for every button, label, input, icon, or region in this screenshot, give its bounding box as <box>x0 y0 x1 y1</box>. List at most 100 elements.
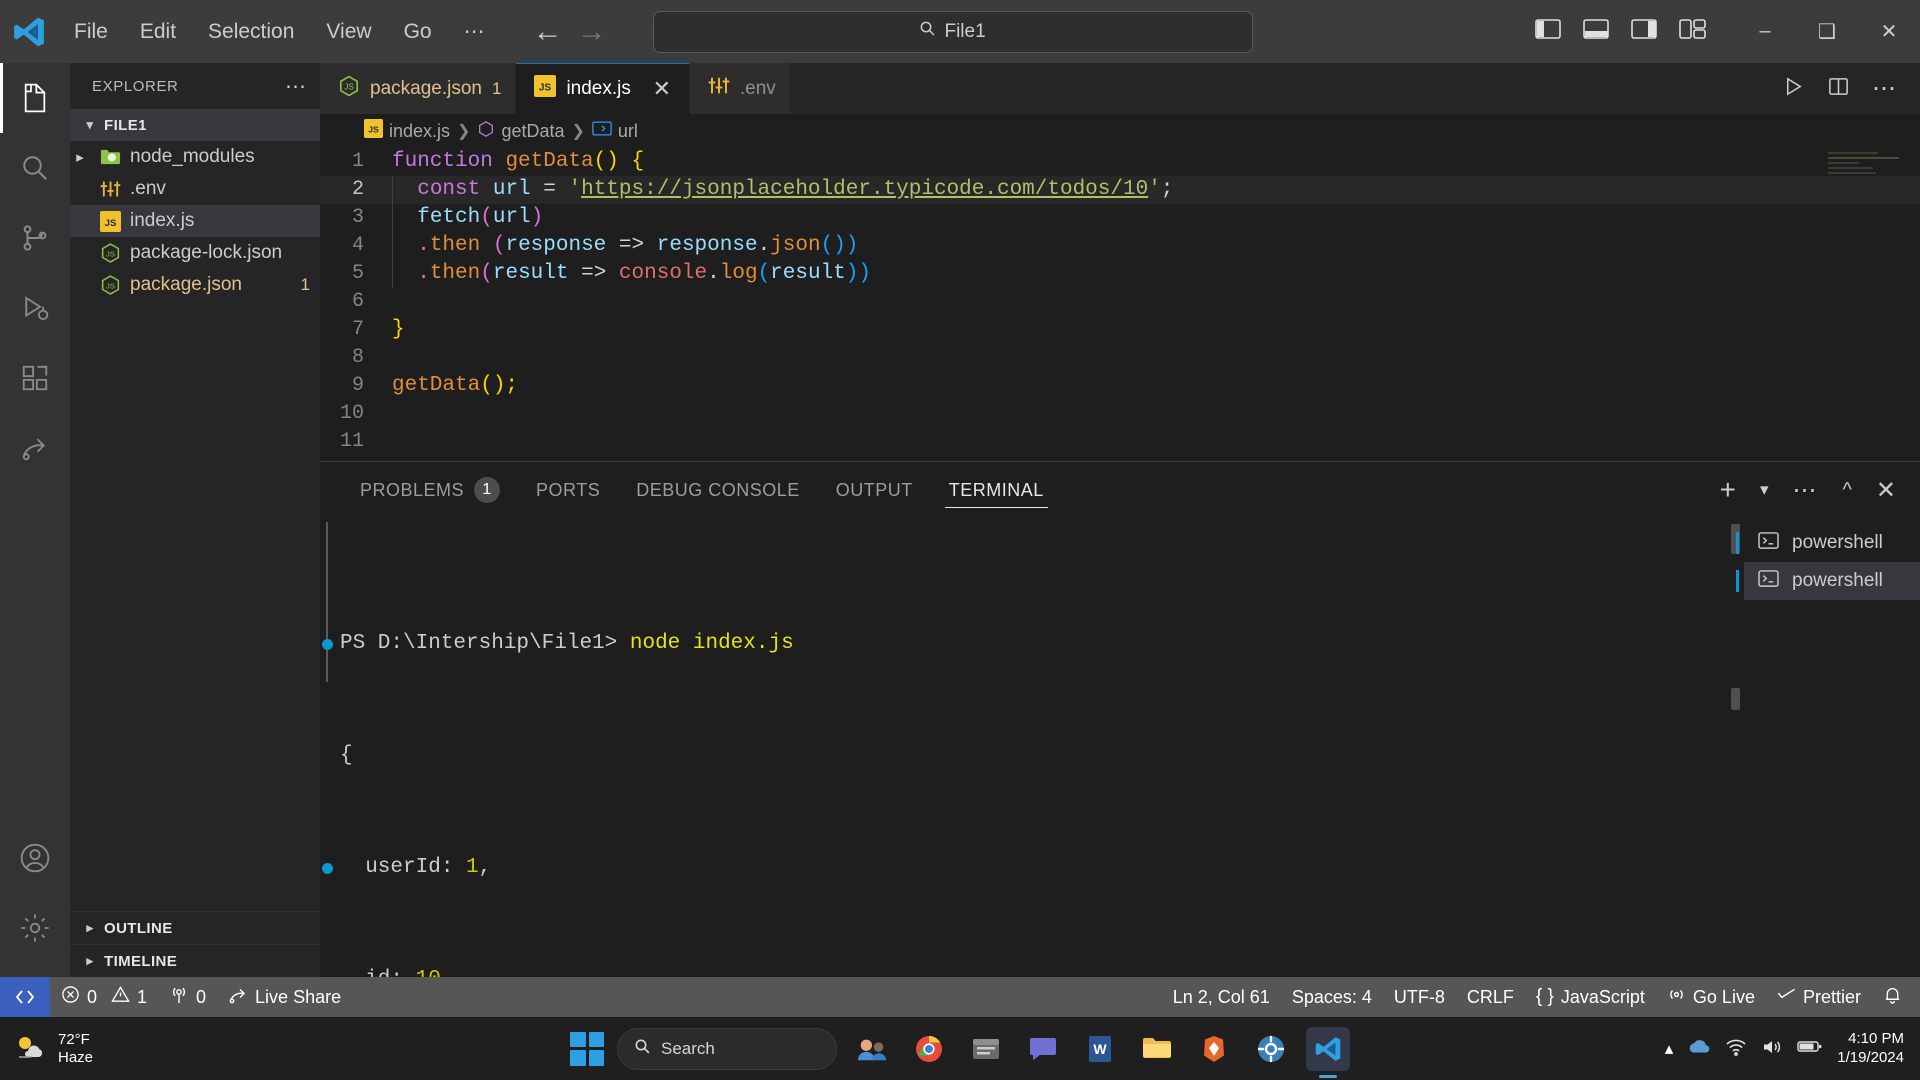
line-number: 10 <box>339 402 364 425</box>
maximize-panel-icon[interactable]: ^ <box>1843 479 1852 502</box>
panel-tab-debug-console[interactable]: DEBUG CONSOLE <box>618 462 818 518</box>
status-indentation[interactable]: Spaces: 4 <box>1281 977 1383 1017</box>
tree-item-package-lock-json[interactable]: JS package-lock.json <box>70 237 320 269</box>
battery-icon[interactable] <box>1797 1039 1823 1058</box>
terminal-text: id: <box>340 966 416 977</box>
tree-item-label: package-lock.json <box>130 242 283 263</box>
activity-settings[interactable] <box>0 893 70 963</box>
status-cursor-position[interactable]: Ln 2, Col 61 <box>1162 977 1281 1017</box>
settings-icon[interactable] <box>1249 1027 1293 1071</box>
status-problems[interactable]: 0 1 <box>50 977 158 1017</box>
close-icon[interactable]: ✕ <box>649 76 675 102</box>
word-icon[interactable]: W <box>1078 1027 1122 1071</box>
menu-edit[interactable]: Edit <box>124 14 192 50</box>
activity-live-share[interactable] <box>0 413 70 483</box>
arrow-right-icon[interactable]: → <box>577 16 607 47</box>
activity-accounts[interactable] <box>0 823 70 893</box>
activity-explorer[interactable] <box>0 63 70 133</box>
status-encoding[interactable]: UTF-8 <box>1383 977 1456 1017</box>
file-explorer-icon[interactable] <box>964 1027 1008 1071</box>
check-icon <box>1777 987 1796 1008</box>
toggle-primary-sidebar-icon[interactable] <box>1535 18 1561 45</box>
tab-index-js[interactable]: JS index.js ✕ <box>516 63 690 114</box>
tab-env[interactable]: .env <box>689 63 791 114</box>
token-url-string[interactable]: https://jsonplaceholder.typicode.com/tod… <box>581 178 1148 201</box>
section-outline[interactable]: ▸ OUTLINE <box>70 911 320 944</box>
activity-extensions[interactable] <box>0 343 70 413</box>
chevron-right-icon[interactable]: ▸ <box>70 148 90 166</box>
split-editor-icon[interactable] <box>1827 75 1850 103</box>
chevron-up-icon[interactable]: ▴ <box>1665 1039 1674 1059</box>
new-terminal-icon[interactable]: + <box>1720 476 1736 504</box>
warning-icon <box>111 985 130 1009</box>
tree-item-env[interactable]: .env <box>70 173 320 205</box>
folder-icon[interactable] <box>1135 1027 1179 1071</box>
terminal-tab-powershell-1[interactable]: powershell <box>1736 524 1920 562</box>
command-center[interactable]: File1 <box>652 10 1253 53</box>
token-dot: . <box>757 234 771 257</box>
remote-window-indicator[interactable] <box>0 977 50 1017</box>
more-actions-icon[interactable]: ⋯ <box>1793 476 1819 505</box>
status-notifications[interactable] <box>1872 977 1920 1017</box>
breadcrumb-file[interactable]: JS index.js <box>364 119 450 143</box>
toggle-panel-icon[interactable] <box>1583 18 1609 45</box>
code-lines: 1 function getData() { 2 const url = 'ht… <box>320 148 1920 456</box>
explorer-root-folder[interactable]: ▾ FILE1 <box>70 109 320 141</box>
symbol-method-icon <box>477 120 495 143</box>
activity-search[interactable] <box>0 133 70 203</box>
status-live-share[interactable]: Live Share <box>217 977 352 1017</box>
maximize-button[interactable]: ❑ <box>1796 0 1858 63</box>
menu-file[interactable]: File <box>58 14 124 50</box>
panel-tab-problems[interactable]: PROBLEMS 1 <box>342 462 518 518</box>
tree-item-node_modules[interactable]: ▸ node_modules <box>70 141 320 173</box>
token-tail: (); <box>480 374 519 397</box>
more-actions-icon[interactable]: ⋯ <box>1872 74 1898 103</box>
tree-item-index-js[interactable]: JS index.js <box>70 205 320 237</box>
onedrive-icon[interactable] <box>1687 1038 1711 1060</box>
terminal-output-area[interactable]: PS D:\Intership\File1> node index.js { u… <box>320 518 1744 977</box>
menu-go[interactable]: Go <box>388 14 448 50</box>
activity-source-control[interactable] <box>0 203 70 273</box>
token-tail: )) <box>845 262 872 285</box>
taskbar-search[interactable]: Search <box>617 1027 837 1070</box>
chrome-icon[interactable] <box>907 1027 951 1071</box>
tab-package-json[interactable]: JS package.json 1 <box>320 63 517 114</box>
chat-icon[interactable] <box>1021 1027 1065 1071</box>
windows-start-icon[interactable] <box>570 1031 604 1066</box>
status-go-live[interactable]: Go Live <box>1656 977 1766 1017</box>
brave-icon[interactable] <box>1192 1027 1236 1071</box>
tree-item-package-json[interactable]: JS package.json 1 <box>70 269 320 301</box>
breadcrumb-symbol-getdata[interactable]: getData <box>477 120 564 143</box>
close-panel-icon[interactable]: ✕ <box>1876 476 1896 505</box>
terminal-scrollbar[interactable] <box>1731 688 1740 710</box>
network-icon[interactable] <box>1725 1038 1747 1060</box>
people-icon[interactable] <box>850 1027 894 1071</box>
status-language-mode[interactable]: { } JavaScript <box>1525 977 1656 1017</box>
menu-more[interactable]: ⋯ <box>448 13 501 50</box>
run-icon[interactable] <box>1782 75 1805 103</box>
panel-tab-ports[interactable]: PORTS <box>518 462 618 518</box>
volume-icon[interactable] <box>1761 1038 1783 1060</box>
status-prettier[interactable]: Prettier <box>1766 977 1872 1017</box>
panel-tab-output[interactable]: OUTPUT <box>818 462 931 518</box>
menu-view[interactable]: View <box>310 14 387 50</box>
panel-tab-terminal[interactable]: TERMINAL <box>931 462 1062 518</box>
activity-run-debug[interactable] <box>0 273 70 343</box>
close-button[interactable]: ✕ <box>1858 0 1920 63</box>
arrow-left-icon[interactable]: ← <box>533 16 563 47</box>
taskbar-clock[interactable]: 4:10 PM 1/19/2024 <box>1837 1030 1904 1068</box>
sidebar-more-actions-icon[interactable]: ⋯ <box>285 74 308 99</box>
breadcrumb-symbol-url[interactable]: url <box>592 120 638 142</box>
code-editor[interactable]: 1 function getData() { 2 const url = 'ht… <box>320 148 1920 461</box>
chevron-down-icon[interactable]: ▾ <box>1760 480 1769 500</box>
minimize-button[interactable]: – <box>1734 0 1796 63</box>
vscode-icon[interactable] <box>1306 1026 1350 1071</box>
toggle-secondary-sidebar-icon[interactable] <box>1631 18 1657 45</box>
status-eol[interactable]: CRLF <box>1456 977 1525 1017</box>
weather-widget[interactable]: 72°F Haze <box>0 1031 210 1066</box>
status-ports[interactable]: 0 <box>158 977 217 1017</box>
menu-selection[interactable]: Selection <box>192 14 310 50</box>
terminal-tab-powershell-2[interactable]: powershell <box>1736 562 1920 600</box>
section-timeline[interactable]: ▸ TIMELINE <box>70 944 320 977</box>
customize-layout-icon[interactable] <box>1679 18 1706 45</box>
